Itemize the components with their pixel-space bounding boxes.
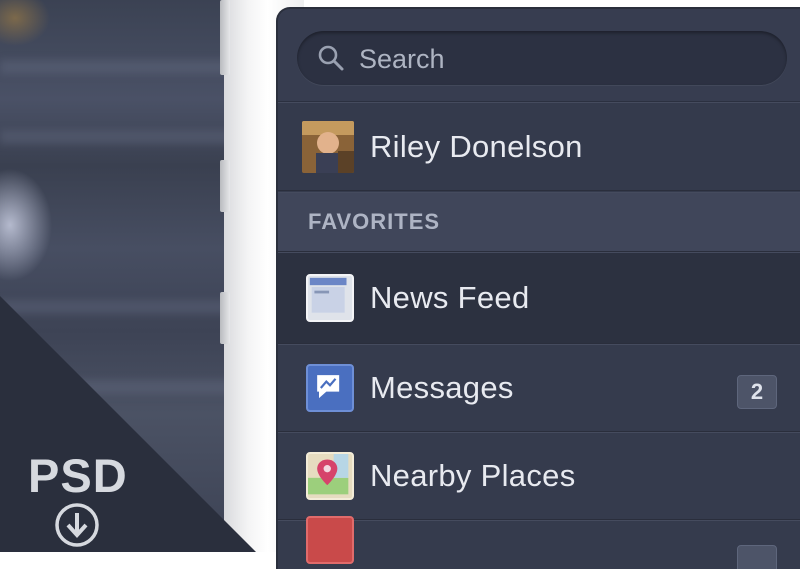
search-box[interactable]: [297, 31, 787, 85]
favorites-section-header: FAVORITES: [278, 192, 800, 252]
messages-icon: [306, 364, 354, 412]
search-icon: [318, 45, 344, 71]
partial-menu-icon: [306, 516, 354, 564]
sidebar-menu: Riley Donelson FAVORITES News Feed Messa…: [278, 9, 800, 569]
phone-side-button: [220, 0, 230, 75]
psd-label: PSD: [28, 449, 128, 502]
download-icon[interactable]: [54, 502, 100, 548]
section-title: FAVORITES: [308, 209, 441, 234]
background-blur-band: [0, 380, 232, 394]
news-feed-icon: [306, 274, 354, 322]
background-blur-band: [0, 60, 232, 74]
avatar-photo: [302, 120, 354, 173]
search-input[interactable]: [357, 41, 761, 77]
search-bar: [278, 9, 800, 102]
menu-item-label: Messages: [370, 370, 514, 405]
background-blur-band: [0, 300, 232, 314]
menu-item-news-feed[interactable]: News Feed: [278, 252, 800, 344]
menu-item-label: News Feed: [370, 280, 530, 315]
partial-badge: [737, 545, 777, 569]
profile-row[interactable]: Riley Donelson: [278, 102, 800, 191]
avatar: [302, 120, 354, 173]
menu-item-label: Nearby Places: [370, 458, 576, 493]
background-blur-band: [0, 130, 232, 144]
profile-name: Riley Donelson: [370, 128, 583, 164]
menu-item-nearby-places[interactable]: Nearby Places: [278, 432, 800, 520]
nearby-places-icon: [306, 452, 354, 500]
phone-volume-up-button: [220, 160, 230, 212]
unread-count-badge: 2: [737, 375, 777, 409]
menu-item-partial[interactable]: [278, 516, 800, 569]
phone-volume-down-button: [220, 292, 230, 344]
menu-item-messages[interactable]: Messages 2: [278, 344, 800, 432]
